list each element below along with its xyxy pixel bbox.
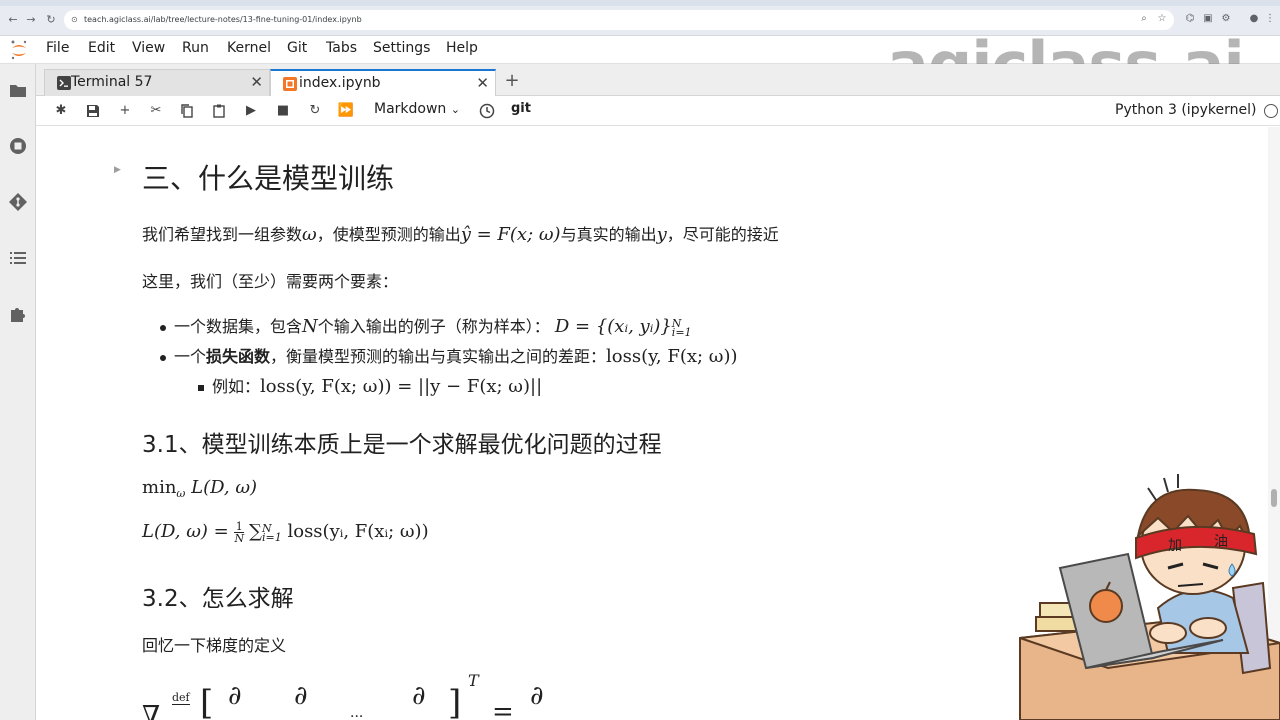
- puzzle-extensions-icon[interactable]: ⚙: [1220, 13, 1232, 25]
- paste-icon[interactable]: [210, 102, 228, 120]
- insert-cell-plus-icon[interactable]: +: [116, 102, 134, 120]
- reload-icon[interactable]: ↻: [44, 13, 58, 27]
- zoom-icon[interactable]: ⌕: [1138, 13, 1150, 25]
- requirements-paragraph: 这里，我们（至少）需要两个要素：: [142, 272, 399, 291]
- menu-file[interactable]: File: [46, 40, 69, 56]
- kernel-name[interactable]: Python 3 (ipykernel): [1115, 102, 1256, 118]
- translate-icon[interactable]: ▣: [1202, 13, 1214, 25]
- chevron-down-icon: ⌄: [450, 103, 460, 116]
- collapse-heading-icon[interactable]: ▶: [114, 165, 121, 175]
- heading-section-3: 三、什么是模型训练: [142, 162, 395, 195]
- new-tab-plus-icon[interactable]: +: [500, 69, 524, 93]
- loss-formula: L(D, ω) = 1 N ∑ Ni=1 loss(yᵢ, F(xᵢ; ω)): [142, 520, 429, 545]
- heading-3-1: 3.1、模型训练本质上是一个求解最优化问题的过程: [142, 432, 662, 458]
- close-icon[interactable]: ✕: [250, 73, 263, 91]
- left-sidebar: [0, 64, 36, 720]
- list-item-loss-function: 一个损失函数，衡量模型预测的输出与真实输出之间的差距：loss(y, F(x; …: [160, 343, 738, 367]
- save-icon[interactable]: [84, 102, 102, 120]
- jupyter-logo-icon: [11, 40, 27, 60]
- git-button[interactable]: git: [511, 101, 531, 116]
- cell-type-select[interactable]: Markdown ⌄: [374, 101, 460, 117]
- profile-avatar-icon[interactable]: ●: [1248, 13, 1260, 25]
- extension-manager-icon[interactable]: [8, 304, 28, 324]
- menu-view[interactable]: View: [132, 40, 165, 56]
- running-kernels-icon[interactable]: [8, 136, 28, 156]
- tab-label-terminal: Terminal 57: [71, 74, 153, 90]
- list-item-loss-example: 例如：loss(y, F(x; ω)) = ||y − F(x; ω)||: [198, 373, 542, 397]
- close-icon[interactable]: ✕: [476, 74, 489, 92]
- restart-icon[interactable]: ↻: [306, 102, 324, 120]
- intro-paragraph: 我们希望找到一组参数ω，使模型预测的输出ŷ = F(x; ω)与真实的输出y，尽…: [142, 224, 779, 245]
- terminal-icon: [57, 76, 71, 90]
- menu-edit[interactable]: Edit: [88, 40, 115, 56]
- bookmark-star-icon[interactable]: ☆: [1156, 13, 1168, 25]
- address-bar[interactable]: ⊙ teach.agiclass.ai/lab/tree/lecture-not…: [64, 10, 1174, 30]
- min-formula: minω L(D, ω): [142, 477, 258, 501]
- debugger-bug-icon[interactable]: ✱: [52, 102, 70, 120]
- menu-kernel[interactable]: Kernel: [227, 40, 271, 56]
- fast-forward-icon[interactable]: ⏩: [337, 102, 355, 120]
- browser-menu-icon[interactable]: ⋮: [1264, 13, 1276, 25]
- stop-square-icon[interactable]: ■: [274, 102, 292, 120]
- clock-history-icon[interactable]: [478, 102, 496, 120]
- notebook-toolbar: ✱ + ✂ ▶ ■ ↻ ⏩ Markdown ⌄ git Python 3 (i…: [36, 96, 1280, 126]
- headband-text: 油: [1214, 534, 1228, 550]
- table-of-contents-icon[interactable]: [8, 248, 28, 268]
- browser-tab-strip: [0, 0, 1280, 6]
- extension-icon[interactable]: ⌬: [1184, 13, 1196, 25]
- menu-git[interactable]: Git: [287, 40, 307, 56]
- site-info-icon[interactable]: ⊙: [71, 10, 78, 30]
- menu-settings[interactable]: Settings: [373, 40, 430, 56]
- heading-3-2: 3.2、怎么求解: [142, 586, 294, 612]
- document-tab-bar: Terminal 57 ✕ index.ipynb ✕ +: [36, 64, 1280, 96]
- url-text: teach.agiclass.ai/lab/tree/lecture-notes…: [84, 15, 362, 24]
- tab-terminal[interactable]: Terminal 57 ✕: [44, 69, 270, 96]
- cut-scissors-icon[interactable]: ✂: [147, 102, 165, 120]
- gradient-recall-paragraph: 回忆一下梯度的定义: [142, 636, 287, 655]
- forward-icon[interactable]: →: [24, 13, 38, 27]
- back-icon[interactable]: ←: [6, 13, 20, 27]
- list-item-dataset: 一个数据集，包含N个输入输出的例子（称为样本）： D = {(xᵢ, yᵢ)} N…: [160, 313, 692, 338]
- bullet-dot: [160, 354, 166, 361]
- tab-notebook[interactable]: index.ipynb ✕: [270, 69, 496, 96]
- menu-help[interactable]: Help: [446, 40, 478, 56]
- copy-icon[interactable]: [178, 102, 196, 120]
- headband-text: 加: [1168, 538, 1182, 554]
- bullet-dot: [160, 324, 166, 331]
- run-play-icon[interactable]: ▶: [242, 102, 260, 120]
- git-icon[interactable]: [8, 192, 28, 212]
- folder-icon[interactable]: [8, 80, 28, 100]
- square-bullet: [198, 384, 204, 391]
- menu-run[interactable]: Run: [182, 40, 209, 56]
- menu-tabs[interactable]: Tabs: [326, 40, 357, 56]
- tab-label-notebook: index.ipynb: [299, 75, 381, 91]
- notebook-icon: [283, 77, 297, 91]
- mascot-illustration: 加 油: [1019, 474, 1280, 720]
- kernel-status-circle-icon: [1264, 104, 1278, 118]
